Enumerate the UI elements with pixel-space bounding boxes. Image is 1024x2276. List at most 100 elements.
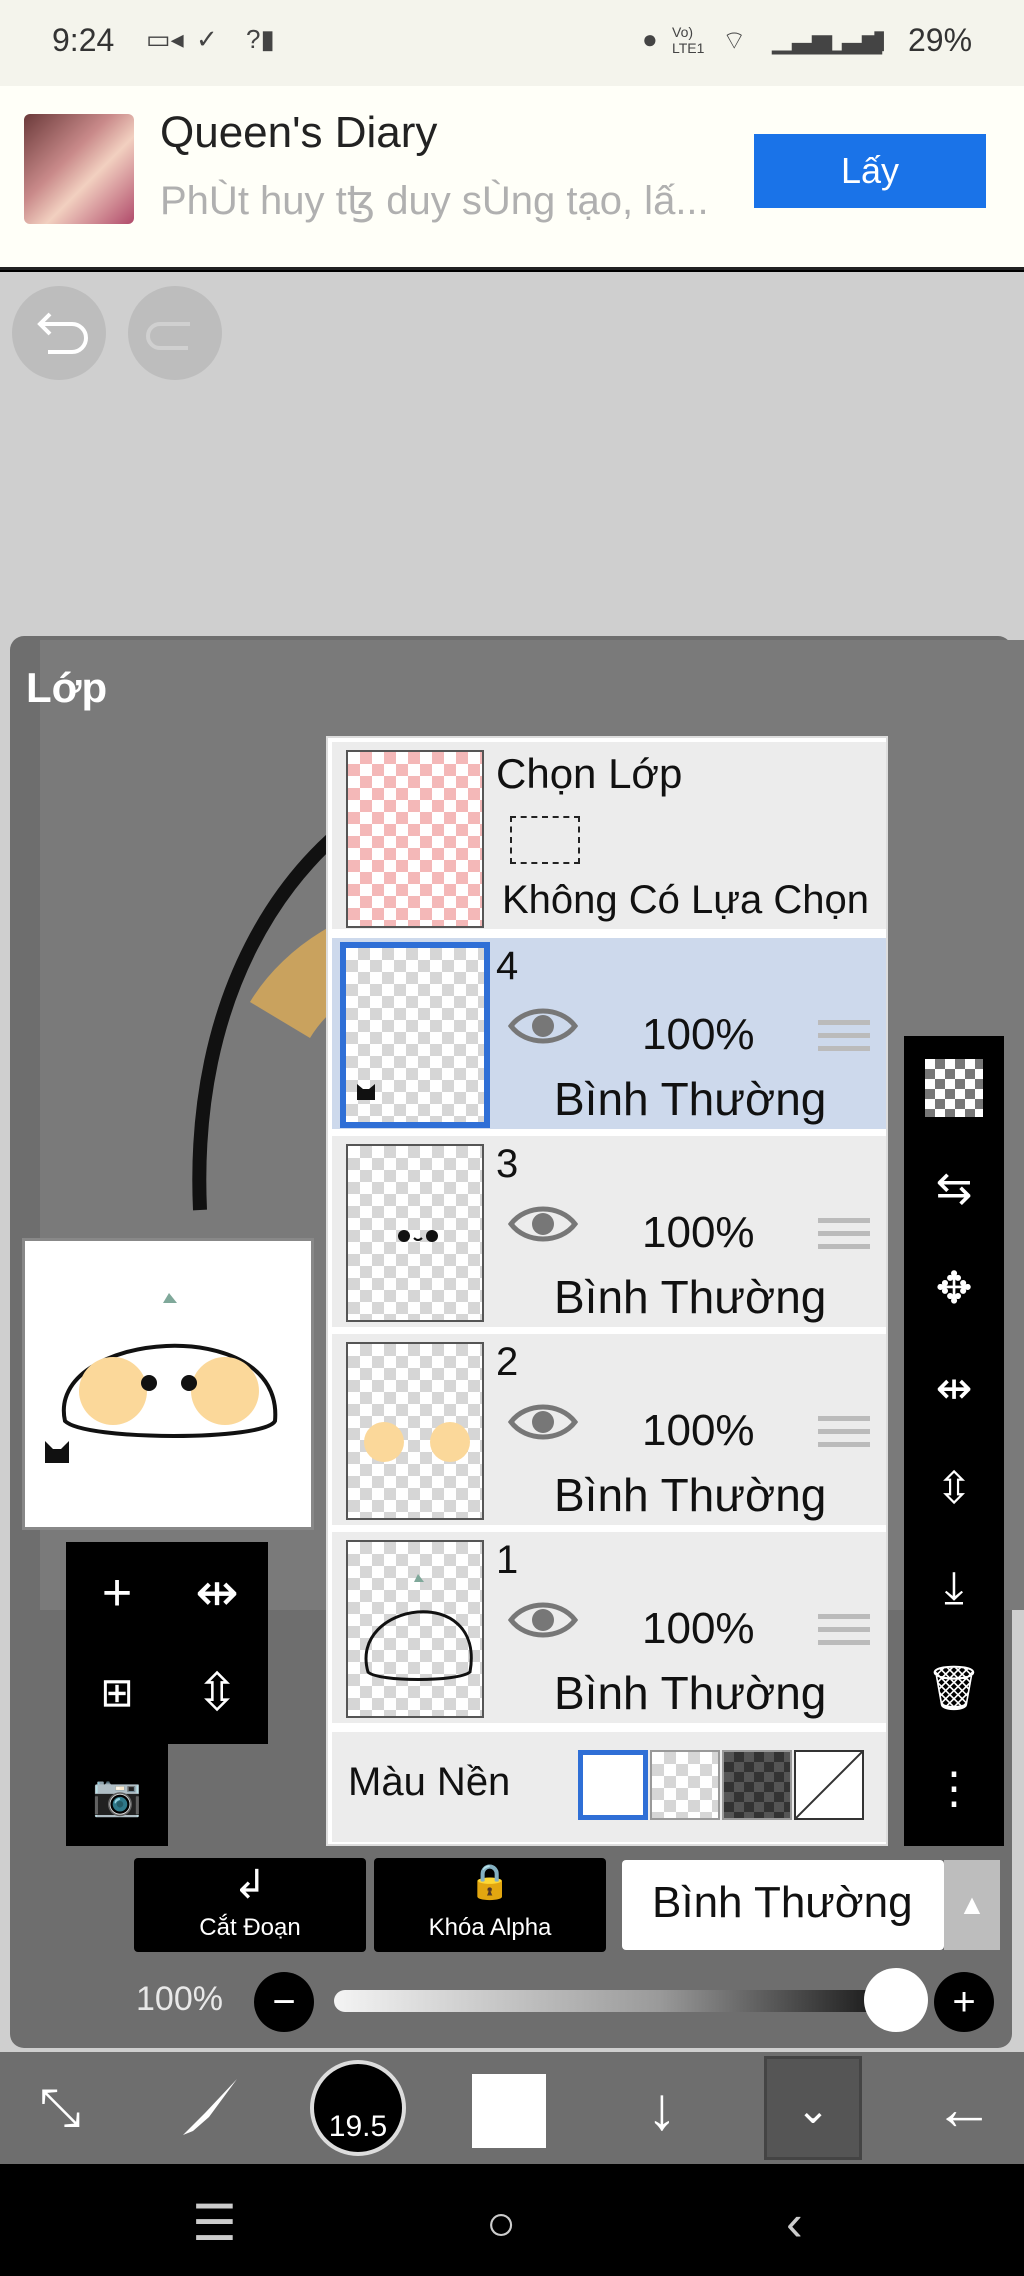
flip-vertical-icon[interactable]: ⇳ bbox=[922, 1456, 986, 1520]
signal-question-icon: ?▮ bbox=[246, 24, 275, 54]
status-time: 9:24 bbox=[52, 22, 115, 58]
bg-none-option[interactable] bbox=[794, 1750, 864, 1820]
clip-icon: ↲ bbox=[233, 1863, 267, 1907]
layer-number: 3 bbox=[496, 1142, 519, 1186]
brush-size-button[interactable]: 19.5 bbox=[310, 2060, 406, 2156]
alpha-lock-button[interactable]: 🔒 Khóa Alpha bbox=[374, 1858, 606, 1952]
home-icon[interactable]: ○ bbox=[486, 2194, 516, 2252]
ad-subtitle: PhÙt huy tꜩ duy sÙng tạo, lấ... bbox=[160, 179, 709, 223]
flip-horizontal-icon[interactable]: ⇹ bbox=[922, 1356, 986, 1420]
status-bar: 9:24 ▭◂ ✓ ?▮ ● Vo) LTE1 ⌔ ▁▃▅ ▁▃▅ ▮ 29% bbox=[0, 0, 1024, 86]
selection-layer-thumbnail bbox=[346, 750, 484, 928]
battery-icon: ▮ bbox=[872, 24, 887, 54]
outline-sketch bbox=[364, 1574, 473, 1681]
dot-icon: ● bbox=[642, 24, 658, 54]
back-icon[interactable]: ‹ bbox=[786, 2194, 803, 2252]
transform-tool-icon[interactable]: ⤡ bbox=[10, 2052, 110, 2164]
layer-number: 4 bbox=[496, 944, 519, 988]
redo-icon bbox=[146, 322, 190, 350]
back-arrow-icon[interactable]: ← bbox=[914, 2052, 1014, 2164]
drag-handle-icon[interactable] bbox=[818, 1614, 870, 1650]
eye-icon[interactable] bbox=[508, 1202, 578, 1246]
trash-icon[interactable]: 🗑 bbox=[922, 1656, 986, 1720]
selection-status: Không Có Lựa Chọn bbox=[502, 878, 870, 922]
swap-layers-icon[interactable]: ⇆ bbox=[922, 1156, 986, 1220]
bg-white-option[interactable] bbox=[578, 1750, 648, 1820]
check-icon: ✓ bbox=[196, 24, 218, 54]
flip-layer-vertical-icon[interactable]: ⇳ bbox=[182, 1658, 252, 1728]
wifi-icon: ⌔ bbox=[722, 25, 747, 55]
system-nav-bar: ☰ ○ ‹ bbox=[0, 2164, 1024, 2276]
background-color-row: Màu Nền bbox=[332, 1732, 886, 1842]
selection-layer-title: Chọn Lớp bbox=[496, 750, 683, 797]
battery-text: 29% bbox=[908, 22, 973, 58]
layer-blend-mode: Bình Thường bbox=[554, 1271, 827, 1323]
color-swatch-button[interactable] bbox=[472, 2074, 546, 2148]
layer-thumbnail bbox=[346, 1540, 484, 1718]
layer-row[interactable]: 2 100% Bình Thường bbox=[332, 1334, 886, 1528]
ad-thumbnail[interactable] bbox=[24, 114, 134, 224]
layer-blend-mode: Bình Thường bbox=[554, 1469, 827, 1521]
eye-icon[interactable] bbox=[508, 1004, 578, 1048]
layer-row[interactable]: 3 100% Bình Thường bbox=[332, 1136, 886, 1330]
drag-handle-icon[interactable] bbox=[818, 1218, 870, 1254]
video-icon: ▭◂ bbox=[146, 24, 184, 54]
layer-row[interactable]: 4 100% Bình Thường bbox=[332, 938, 886, 1132]
add-layer-icon[interactable]: + bbox=[82, 1558, 152, 1628]
layer-blend-mode: Bình Thường bbox=[554, 1073, 827, 1125]
checker-icon[interactable] bbox=[922, 1056, 986, 1120]
blend-mode-value: Bình Thường bbox=[652, 1878, 913, 1927]
undo-button[interactable] bbox=[12, 286, 106, 380]
move-icon[interactable]: ✥ bbox=[922, 1256, 986, 1320]
panel-title: Lớp bbox=[26, 664, 108, 711]
lock-icon: 🔒 bbox=[468, 1863, 512, 1901]
layer-blend-mode: Bình Thường bbox=[554, 1667, 827, 1719]
merge-down-icon[interactable]: ⤓ bbox=[922, 1556, 986, 1620]
camera-box: 📷 bbox=[66, 1744, 168, 1846]
down-arrow-icon[interactable]: ↓ bbox=[612, 2052, 712, 2164]
ad-banner[interactable]: Queen's Diary PhÙt huy tꜩ duy sÙng tạo, … bbox=[0, 86, 1024, 270]
background-label: Màu Nền bbox=[348, 1760, 511, 1804]
cut-button[interactable]: ↲ Cắt Đoạn bbox=[134, 1858, 366, 1952]
redo-button[interactable] bbox=[128, 286, 222, 380]
cut-label: Cắt Đoạn bbox=[199, 1914, 301, 1941]
layer-number: 1 bbox=[496, 1538, 519, 1582]
layer-number: 2 bbox=[496, 1340, 519, 1384]
opacity-label: 100% bbox=[136, 1980, 223, 2018]
selection-marquee-icon bbox=[510, 816, 580, 864]
blend-dropdown-arrow-icon[interactable]: ▲ bbox=[944, 1860, 1000, 1950]
layer-opacity: 100% bbox=[642, 1406, 755, 1455]
bg-transparent-option[interactable] bbox=[650, 1750, 720, 1820]
duplicate-layer-icon[interactable]: ⊞ bbox=[82, 1658, 152, 1728]
undo-icon bbox=[37, 312, 88, 354]
more-icon[interactable]: ⋮ bbox=[922, 1756, 986, 1820]
layer-tools-toolbar: ⇆ ✥ ⇹ ⇳ ⤓ 🗑 ⋮ bbox=[904, 1036, 1004, 1846]
selection-layer-row[interactable]: Chọn Lớp Không Có Lựa Chọn bbox=[332, 742, 886, 932]
layer-list[interactable]: Chọn Lớp Không Có Lựa Chọn 4 100% Bình T… bbox=[326, 736, 888, 1846]
layer-row[interactable]: 1 100% Bình Thường bbox=[332, 1532, 886, 1726]
brush-icon[interactable] bbox=[160, 2052, 260, 2164]
mini-tools: + ⇹ ⊞ ⇳ bbox=[66, 1542, 268, 1744]
recent-apps-icon[interactable]: ☰ bbox=[192, 2194, 237, 2252]
layer-opacity: 100% bbox=[642, 1208, 755, 1257]
opacity-plus-button[interactable]: + bbox=[934, 1972, 994, 2032]
character-preview bbox=[45, 1293, 278, 1463]
eyes-sketch bbox=[398, 1230, 438, 1242]
opacity-minus-button[interactable]: − bbox=[254, 1972, 314, 2032]
eye-icon[interactable] bbox=[508, 1400, 578, 1444]
camera-icon[interactable]: 📷 bbox=[82, 1760, 152, 1830]
collapse-button[interactable]: ⌄ bbox=[764, 2056, 862, 2160]
collapse-icon: ⌄ bbox=[796, 2088, 830, 2132]
ad-title[interactable]: Queen's Diary bbox=[160, 108, 437, 158]
opacity-slider-knob[interactable] bbox=[864, 1968, 928, 2032]
ad-get-button[interactable]: Lấy bbox=[754, 134, 986, 208]
bg-dark-option[interactable] bbox=[722, 1750, 792, 1820]
eye-icon[interactable] bbox=[508, 1598, 578, 1642]
flip-layer-horizontal-icon[interactable]: ⇹ bbox=[182, 1558, 252, 1628]
drag-handle-icon[interactable] bbox=[818, 1416, 870, 1452]
diagonal-icon bbox=[795, 1751, 863, 1819]
alpha-lock-label: Khóa Alpha bbox=[428, 1914, 552, 1941]
drag-handle-icon[interactable] bbox=[818, 1020, 870, 1056]
cheeks-sketch bbox=[364, 1422, 470, 1462]
opacity-slider[interactable] bbox=[334, 1990, 924, 2012]
